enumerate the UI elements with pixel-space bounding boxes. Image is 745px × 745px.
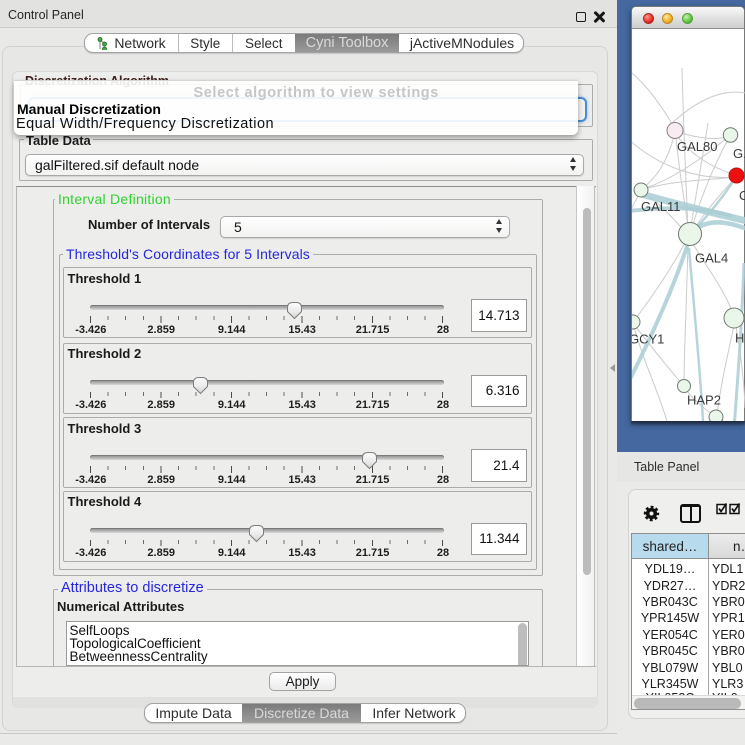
svg-text:GAL11: GAL11 <box>641 199 681 214</box>
svg-text:GAL4: GAL4 <box>695 251 728 266</box>
svg-text:GAL80: GAL80 <box>677 139 717 154</box>
svg-text:HAP2: HAP2 <box>687 393 721 408</box>
svg-text:C: C <box>739 188 745 203</box>
svg-text:GCY1: GCY1 <box>632 332 664 347</box>
svg-text:G.: G. <box>733 146 745 161</box>
svg-text:H: H <box>735 331 744 346</box>
